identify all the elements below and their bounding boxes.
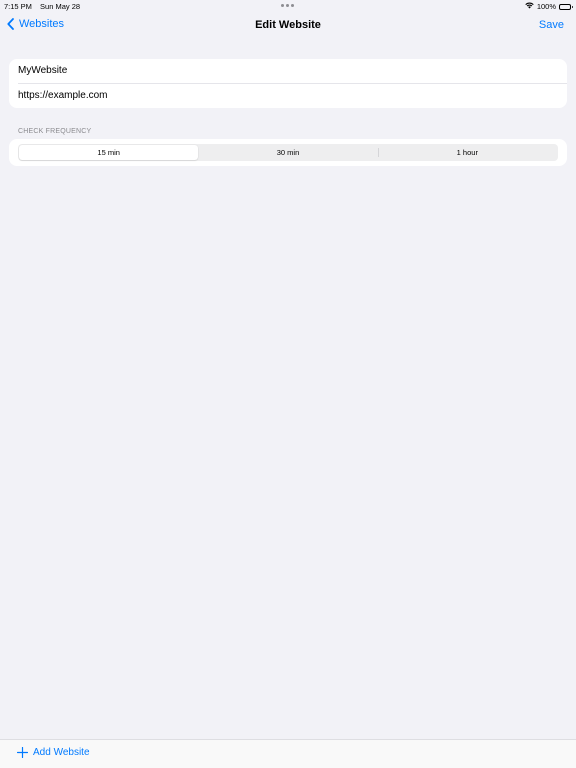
check-frequency-header: CHECK FREQUENCY (18, 128, 92, 135)
website-name-field[interactable]: MyWebsite (18, 59, 567, 83)
check-frequency-card: 15 min 30 min 1 hour (9, 139, 567, 166)
status-time: 7:15 PM (4, 2, 32, 11)
add-website-button[interactable]: Add Website (17, 747, 90, 758)
bottom-toolbar: Add Website (0, 739, 576, 768)
navigation-bar: Websites Edit Website Save (0, 12, 576, 40)
battery-icon (559, 3, 573, 10)
website-url-field[interactable]: https://example.com (18, 84, 567, 108)
wifi-icon (525, 2, 534, 11)
multitasking-dots-icon[interactable] (281, 4, 294, 7)
status-time-date: 7:15 PM Sun May 28 (4, 2, 80, 11)
status-date: Sun May 28 (40, 2, 81, 11)
save-button[interactable]: Save (539, 19, 564, 31)
plus-icon (17, 747, 28, 758)
check-frequency-segmented-control[interactable]: 15 min 30 min 1 hour (18, 144, 558, 161)
segment-1-hour[interactable]: 1 hour (377, 145, 557, 160)
add-website-label: Add Website (33, 747, 90, 758)
website-form: MyWebsite https://example.com (9, 59, 567, 108)
status-indicators: 100% (525, 2, 573, 11)
page-title: Edit Website (255, 19, 321, 31)
segment-30-min[interactable]: 30 min (198, 145, 377, 160)
status-bar: 7:15 PM Sun May 28 100% (0, 0, 576, 12)
segment-15-min[interactable]: 15 min (19, 145, 199, 160)
battery-percentage: 100% (536, 2, 556, 11)
